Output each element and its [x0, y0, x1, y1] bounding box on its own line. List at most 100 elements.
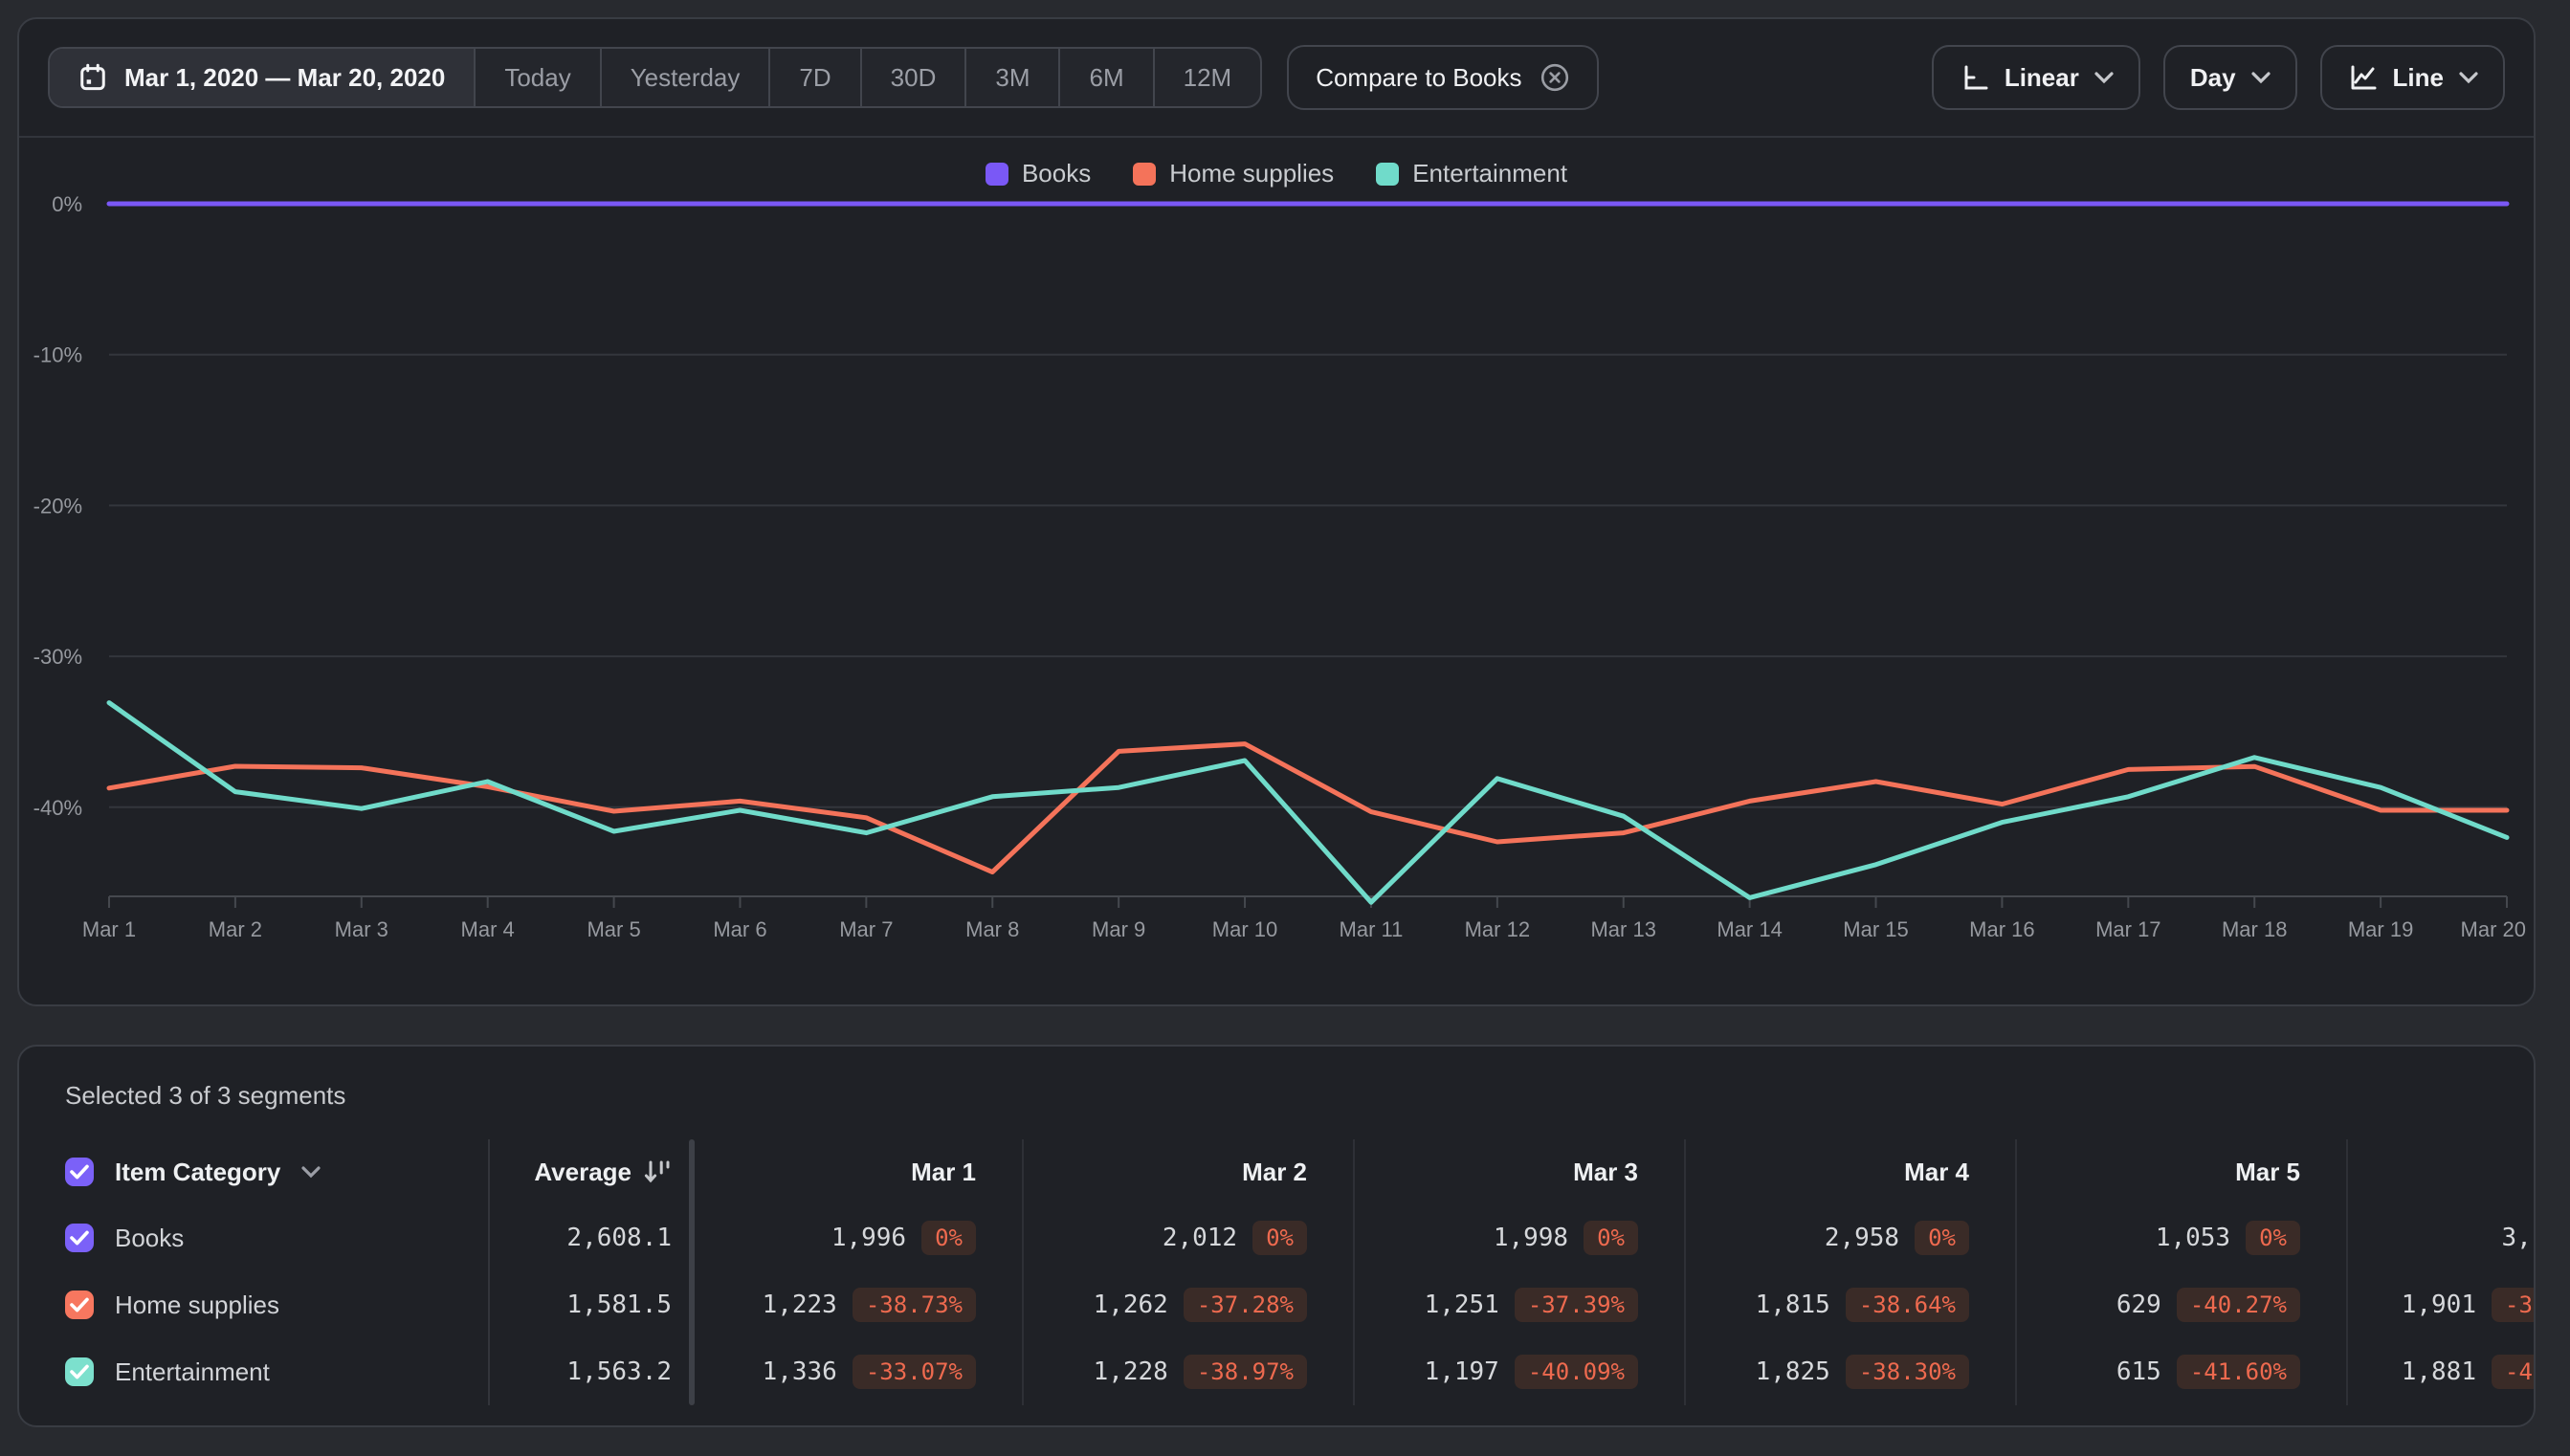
remove-compare-icon[interactable] — [1540, 62, 1570, 93]
x-axis-label: Mar 4 — [461, 917, 515, 941]
percent-change-badge: -38.30% — [1845, 1355, 1969, 1389]
day-value: 1,815 — [1755, 1291, 1830, 1319]
category-cell[interactable]: Books — [19, 1204, 488, 1271]
day-value: 3,15 — [2501, 1224, 2534, 1252]
legend-label: Books — [1021, 159, 1092, 188]
segment-label: Home supplies — [115, 1290, 279, 1319]
percent-change-badge: -38.64% — [1845, 1288, 1969, 1322]
day-value: 615 — [2116, 1357, 2161, 1386]
day-header-clipped[interactable] — [2346, 1139, 2534, 1204]
category-header-cell[interactable]: Item Category — [19, 1139, 488, 1204]
day-header-mar-2[interactable]: Mar 2 — [1022, 1139, 1353, 1204]
day-cell: 1,262 -37.28% — [1022, 1271, 1353, 1338]
percent-change-badge: -3 — [2492, 1288, 2534, 1322]
day-header-mar-1[interactable]: Mar 1 — [691, 1139, 1022, 1204]
x-axis-label: Mar 16 — [1969, 917, 2034, 941]
segment-checkbox[interactable] — [65, 1357, 94, 1386]
granularity-select[interactable]: Day — [2162, 45, 2297, 110]
granularity-label: Day — [2189, 62, 2236, 92]
day-value: 2,958 — [1824, 1224, 1900, 1252]
legend-swatch — [985, 162, 1008, 186]
x-axis-label: Mar 10 — [1212, 917, 1277, 941]
chart-type-select[interactable]: Line — [2319, 45, 2505, 110]
x-axis-label: Mar 12 — [1465, 917, 1530, 941]
day-header-mar-5[interactable]: Mar 5 — [2015, 1139, 2346, 1204]
percent-change-badge: 0% — [1915, 1221, 1969, 1255]
preset-6m[interactable]: 6M — [1058, 49, 1152, 106]
scale-select[interactable]: Linear — [1931, 45, 2140, 110]
x-axis-label: Mar 19 — [2348, 917, 2413, 941]
chart-area: Books Home supplies Entertainment 0% -10% -2… — [19, 138, 2534, 1006]
day-header-mar-4[interactable]: Mar 4 — [1684, 1139, 2015, 1204]
chevron-down-icon — [2094, 71, 2114, 84]
day-cell: 1,251 -37.39% — [1353, 1271, 1684, 1338]
category-cell[interactable]: Home supplies — [19, 1271, 488, 1338]
compare-chip[interactable]: Compare to Books — [1287, 45, 1599, 110]
x-axis-label: Mar 17 — [2095, 917, 2160, 941]
table-row-entertainment: Entertainment 1,563.2 1,336 -33.07% 1,228 -38… — [19, 1338, 2534, 1405]
check-icon — [70, 1230, 89, 1246]
preset-today[interactable]: Today — [474, 49, 599, 106]
segment-label: Books — [115, 1223, 185, 1252]
date-range-label: Mar 1, 2020 — Mar 20, 2020 — [124, 62, 446, 92]
percent-change-badge: -38.97% — [1183, 1355, 1307, 1389]
category-cell[interactable]: Entertainment — [19, 1338, 488, 1405]
table-row-home-supplies: Home supplies 1,581.5 1,223 -38.73% 1,262 -37… — [19, 1271, 2534, 1338]
day-cell: 1,197 -40.09% — [1353, 1338, 1684, 1405]
y-axis-label: -40% — [33, 796, 82, 820]
day-cell: 1,228 -38.97% — [1022, 1338, 1353, 1405]
analytics-dashboard: Mar 1, 2020 — Mar 20, 2020 Today Yesterda… — [0, 0, 2570, 1456]
table-header-row: Item Category Average Mar 1 Mar 2 Mar 3 … — [19, 1139, 2534, 1204]
day-header-mar-3[interactable]: Mar 3 — [1353, 1139, 1684, 1204]
y-axis-label: 0% — [52, 192, 82, 216]
legend-item-entertainment[interactable]: Entertainment — [1376, 159, 1567, 188]
percent-change-badge: -40.27% — [2176, 1288, 2300, 1322]
day-value: 1,336 — [762, 1357, 837, 1386]
legend-item-books[interactable]: Books — [985, 159, 1092, 188]
x-axis-label: Mar 6 — [713, 917, 766, 941]
y-axis-label: -20% — [33, 494, 82, 518]
chevron-down-icon — [2250, 71, 2271, 84]
x-axis-label: Mar 9 — [1092, 917, 1145, 941]
legend-label: Entertainment — [1412, 159, 1568, 188]
select-all-checkbox[interactable] — [65, 1158, 94, 1186]
segment-checkbox[interactable] — [65, 1291, 94, 1319]
average-header-cell[interactable]: Average — [488, 1139, 691, 1204]
day-cell: 1,815 -38.64% — [1684, 1271, 2015, 1338]
day-value: 1,262 — [1093, 1291, 1168, 1319]
day-cell: 1,336 -33.07% — [691, 1338, 1022, 1405]
day-value: 2,012 — [1162, 1224, 1238, 1252]
percent-change-badge: -40.09% — [1514, 1355, 1638, 1389]
segment-checkbox[interactable] — [65, 1224, 94, 1252]
day-cell: 1,998 0% — [1353, 1204, 1684, 1271]
x-axis-label: Mar 14 — [1717, 917, 1782, 941]
preset-3m[interactable]: 3M — [964, 49, 1058, 106]
table-row-books: Books 2,608.1 1,996 0% 2,012 0% 1,998 0% 2,958 0%… — [19, 1204, 2534, 1271]
preset-30d[interactable]: 30D — [859, 49, 965, 106]
series-line-entertainment[interactable] — [106, 700, 2510, 905]
preset-yesterday[interactable]: Yesterday — [599, 49, 769, 106]
segments-table-card: Selected 3 of 3 segments Item Category A… — [17, 1045, 2536, 1427]
chart-legend: Books Home supplies Entertainment — [19, 159, 2534, 188]
percent-change-badge: -33.07% — [852, 1355, 976, 1389]
average-value: 1,563.2 — [566, 1357, 672, 1386]
legend-item-home-supplies[interactable]: Home supplies — [1133, 159, 1334, 188]
x-axis-label: Mar 13 — [1590, 917, 1655, 941]
average-cell: 1,581.5 — [488, 1271, 691, 1338]
chevron-down-icon[interactable] — [301, 1165, 321, 1179]
x-axis-label: Mar 15 — [1843, 917, 1908, 941]
day-cell: 1,825 -38.30% — [1684, 1338, 2015, 1405]
line-chart[interactable]: 0% -10% -20% -30% -40% Mar 1 Mar 2 Mar 3 Mar 4 Ma… — [19, 138, 2534, 1006]
day-cell: 2,958 0% — [1684, 1204, 2015, 1271]
preset-12m[interactable]: 12M — [1152, 49, 1261, 106]
date-range-button[interactable]: Mar 1, 2020 — Mar 20, 2020 — [50, 49, 475, 106]
day-value: 1,053 — [2155, 1224, 2231, 1252]
day-value: 1,223 — [762, 1291, 837, 1319]
compare-chip-label: Compare to Books — [1316, 62, 1522, 92]
average-header-label: Average — [534, 1157, 631, 1186]
preset-7d[interactable]: 7D — [768, 49, 859, 106]
check-icon — [70, 1164, 89, 1180]
average-cell: 2,608.1 — [488, 1204, 691, 1271]
percent-change-badge: 0% — [921, 1221, 976, 1255]
day-value: 1,228 — [1093, 1357, 1168, 1386]
